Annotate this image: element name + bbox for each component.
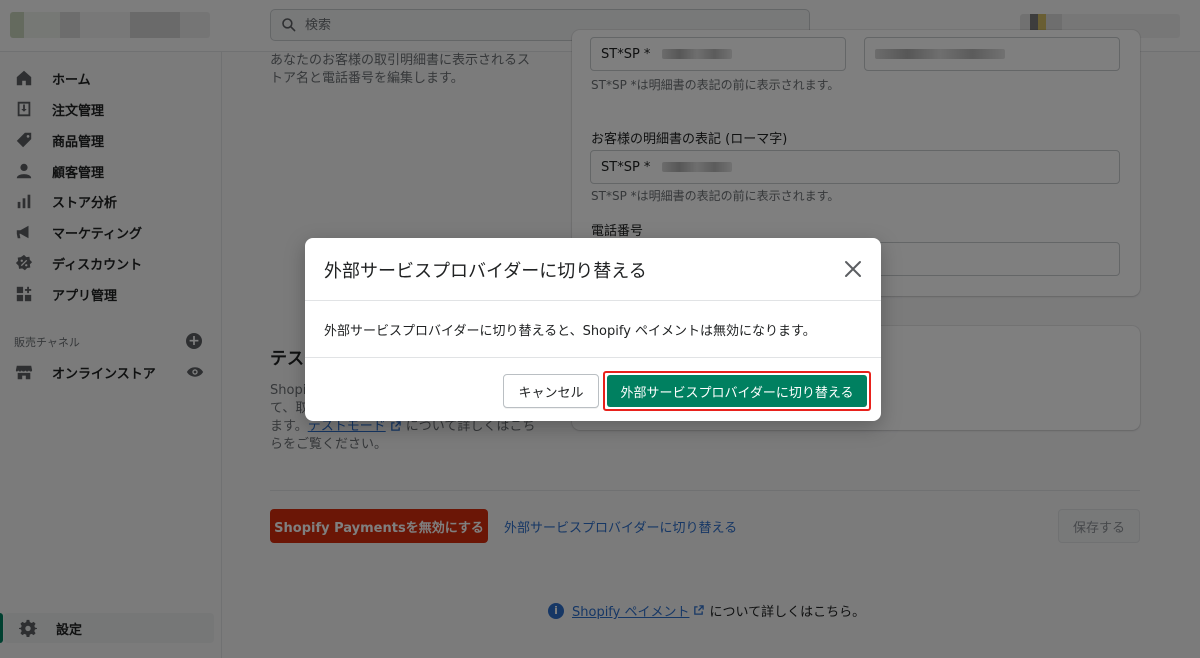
modal-title: 外部サービスプロバイダーに切り替える: [324, 261, 647, 282]
highlight-box: 外部サービスプロバイダーに切り替える: [603, 371, 871, 411]
cancel-button[interactable]: キャンセル: [503, 374, 599, 408]
switch-provider-modal: 外部サービスプロバイダーに切り替える 外部サービスプロバイダーに切り替えると、S…: [305, 238, 881, 421]
modal-body-text: 外部サービスプロバイダーに切り替えると、Shopify ペイメントは無効になりま…: [324, 324, 816, 339]
close-icon[interactable]: [841, 257, 865, 281]
modal-header: 外部サービスプロバイダーに切り替える: [305, 238, 881, 301]
modal-footer: キャンセル 外部サービスプロバイダーに切り替える: [305, 357, 881, 421]
confirm-switch-button[interactable]: 外部サービスプロバイダーに切り替える: [607, 375, 867, 407]
